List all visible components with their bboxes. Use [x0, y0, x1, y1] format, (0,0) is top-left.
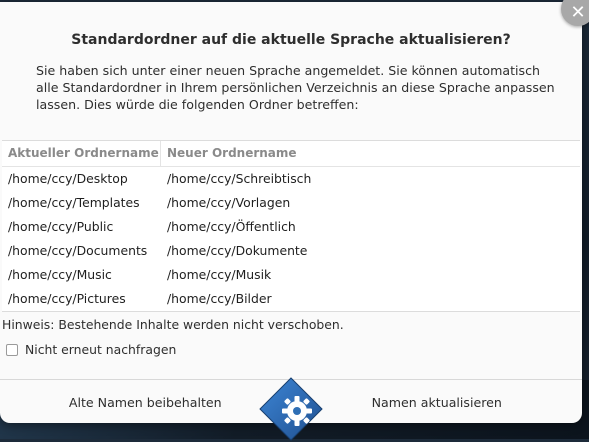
table-header: Aktueller Ordnername Neuer Ordnername: [2, 141, 580, 167]
new-folder-cell: /home/ccy/Schreibtisch: [167, 171, 312, 186]
table-row[interactable]: /home/ccy/Documents /home/ccy/Dokumente: [2, 239, 580, 263]
dont-ask-again-label[interactable]: Nicht erneut nachfragen: [25, 342, 176, 357]
current-folder-cell: /home/ccy/Templates: [8, 195, 140, 210]
table-row[interactable]: /home/ccy/Pictures /home/ccy/Bilder: [2, 287, 580, 311]
dialog-description: Sie haben sich unter einer neuen Sprache…: [36, 63, 555, 112]
current-folder-cell: /home/ccy/Public: [8, 219, 114, 234]
table-row[interactable]: /home/ccy/Desktop /home/ccy/Schreibtisch: [2, 167, 580, 191]
table-row[interactable]: /home/ccy/Public /home/ccy/Öffentlich: [2, 215, 580, 239]
column-header-current[interactable]: Aktueller Ordnername: [2, 141, 161, 166]
update-names-button[interactable]: Namen aktualisieren: [292, 380, 583, 423]
dialog-title: Standardordner auf die aktuelle Sprache …: [71, 32, 511, 48]
current-folder-cell: /home/ccy/Desktop: [8, 171, 128, 186]
new-folder-cell: /home/ccy/Öffentlich: [167, 219, 296, 234]
column-header-new[interactable]: Neuer Ordnername: [161, 141, 580, 166]
current-folder-cell: /home/ccy/Music: [8, 267, 112, 282]
table-row[interactable]: /home/ccy/Music /home/ccy/Musik: [2, 263, 580, 287]
close-icon: ✕: [570, 2, 586, 23]
current-folder-cell: /home/ccy/Pictures: [8, 291, 126, 306]
keep-old-names-button[interactable]: Alte Namen beibehalten: [0, 380, 292, 423]
dont-ask-again-checkbox[interactable]: [6, 343, 18, 356]
new-folder-cell: /home/ccy/Dokumente: [167, 243, 308, 258]
current-folder-cell: /home/ccy/Documents: [8, 243, 148, 258]
hint-text: Hinweis: Bestehende Inhalte werden nicht…: [2, 317, 344, 332]
folder-table: Aktueller Ordnername Neuer Ordnername /h…: [2, 140, 580, 312]
new-folder-cell: /home/ccy/Vorlagen: [167, 195, 291, 210]
table-row[interactable]: /home/ccy/Templates /home/ccy/Vorlagen: [2, 191, 580, 215]
new-folder-cell: /home/ccy/Bilder: [167, 291, 272, 306]
new-folder-cell: /home/ccy/Musik: [167, 267, 272, 282]
dont-ask-again-option[interactable]: Nicht erneut nachfragen: [6, 342, 176, 357]
update-folders-dialog: Standardordner auf die aktuelle Sprache …: [0, 2, 582, 423]
gear-diamond-logo-icon: [259, 377, 323, 441]
